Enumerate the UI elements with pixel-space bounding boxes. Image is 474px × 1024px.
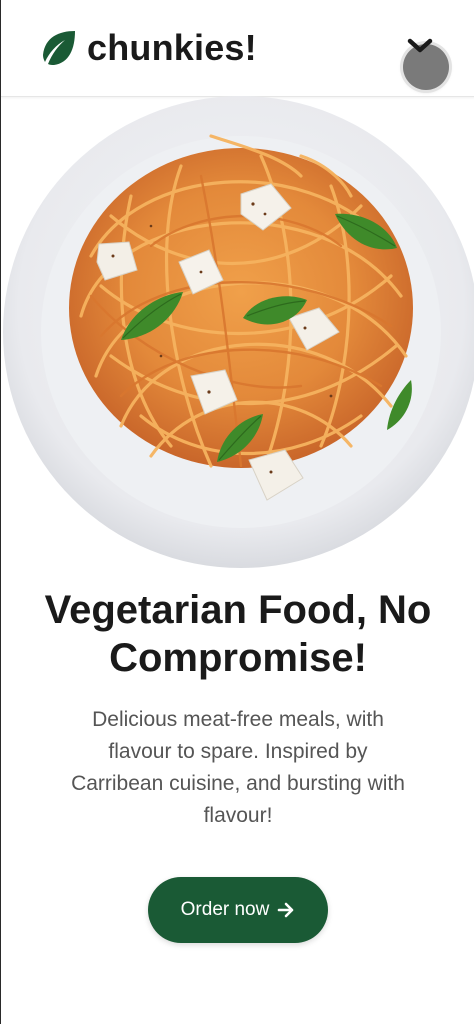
brand-logo[interactable]: chunkies! <box>39 26 257 70</box>
leaf-icon <box>39 29 77 67</box>
hero-description: Delicious meat-free meals, with flavour … <box>71 708 405 827</box>
brand-name: chunkies! <box>87 27 257 68</box>
hero-food-image <box>1 96 474 576</box>
page-title-line-2: Compromise! <box>109 636 367 680</box>
page-title-line-1: Vegetarian Food, No <box>44 588 432 632</box>
menu-toggle-button[interactable] <box>399 36 455 92</box>
arrow-right-icon <box>277 901 295 919</box>
page-title: Vegetarian Food, No Compromise! <box>1 586 474 682</box>
site-header: chunkies! <box>1 0 474 97</box>
order-now-label: Order now <box>180 899 270 920</box>
chevron-down-icon <box>407 36 433 59</box>
order-now-button[interactable]: Order now <box>148 877 328 943</box>
page: chunkies! Vegetarian Food, No Compromise… <box>0 0 474 1024</box>
